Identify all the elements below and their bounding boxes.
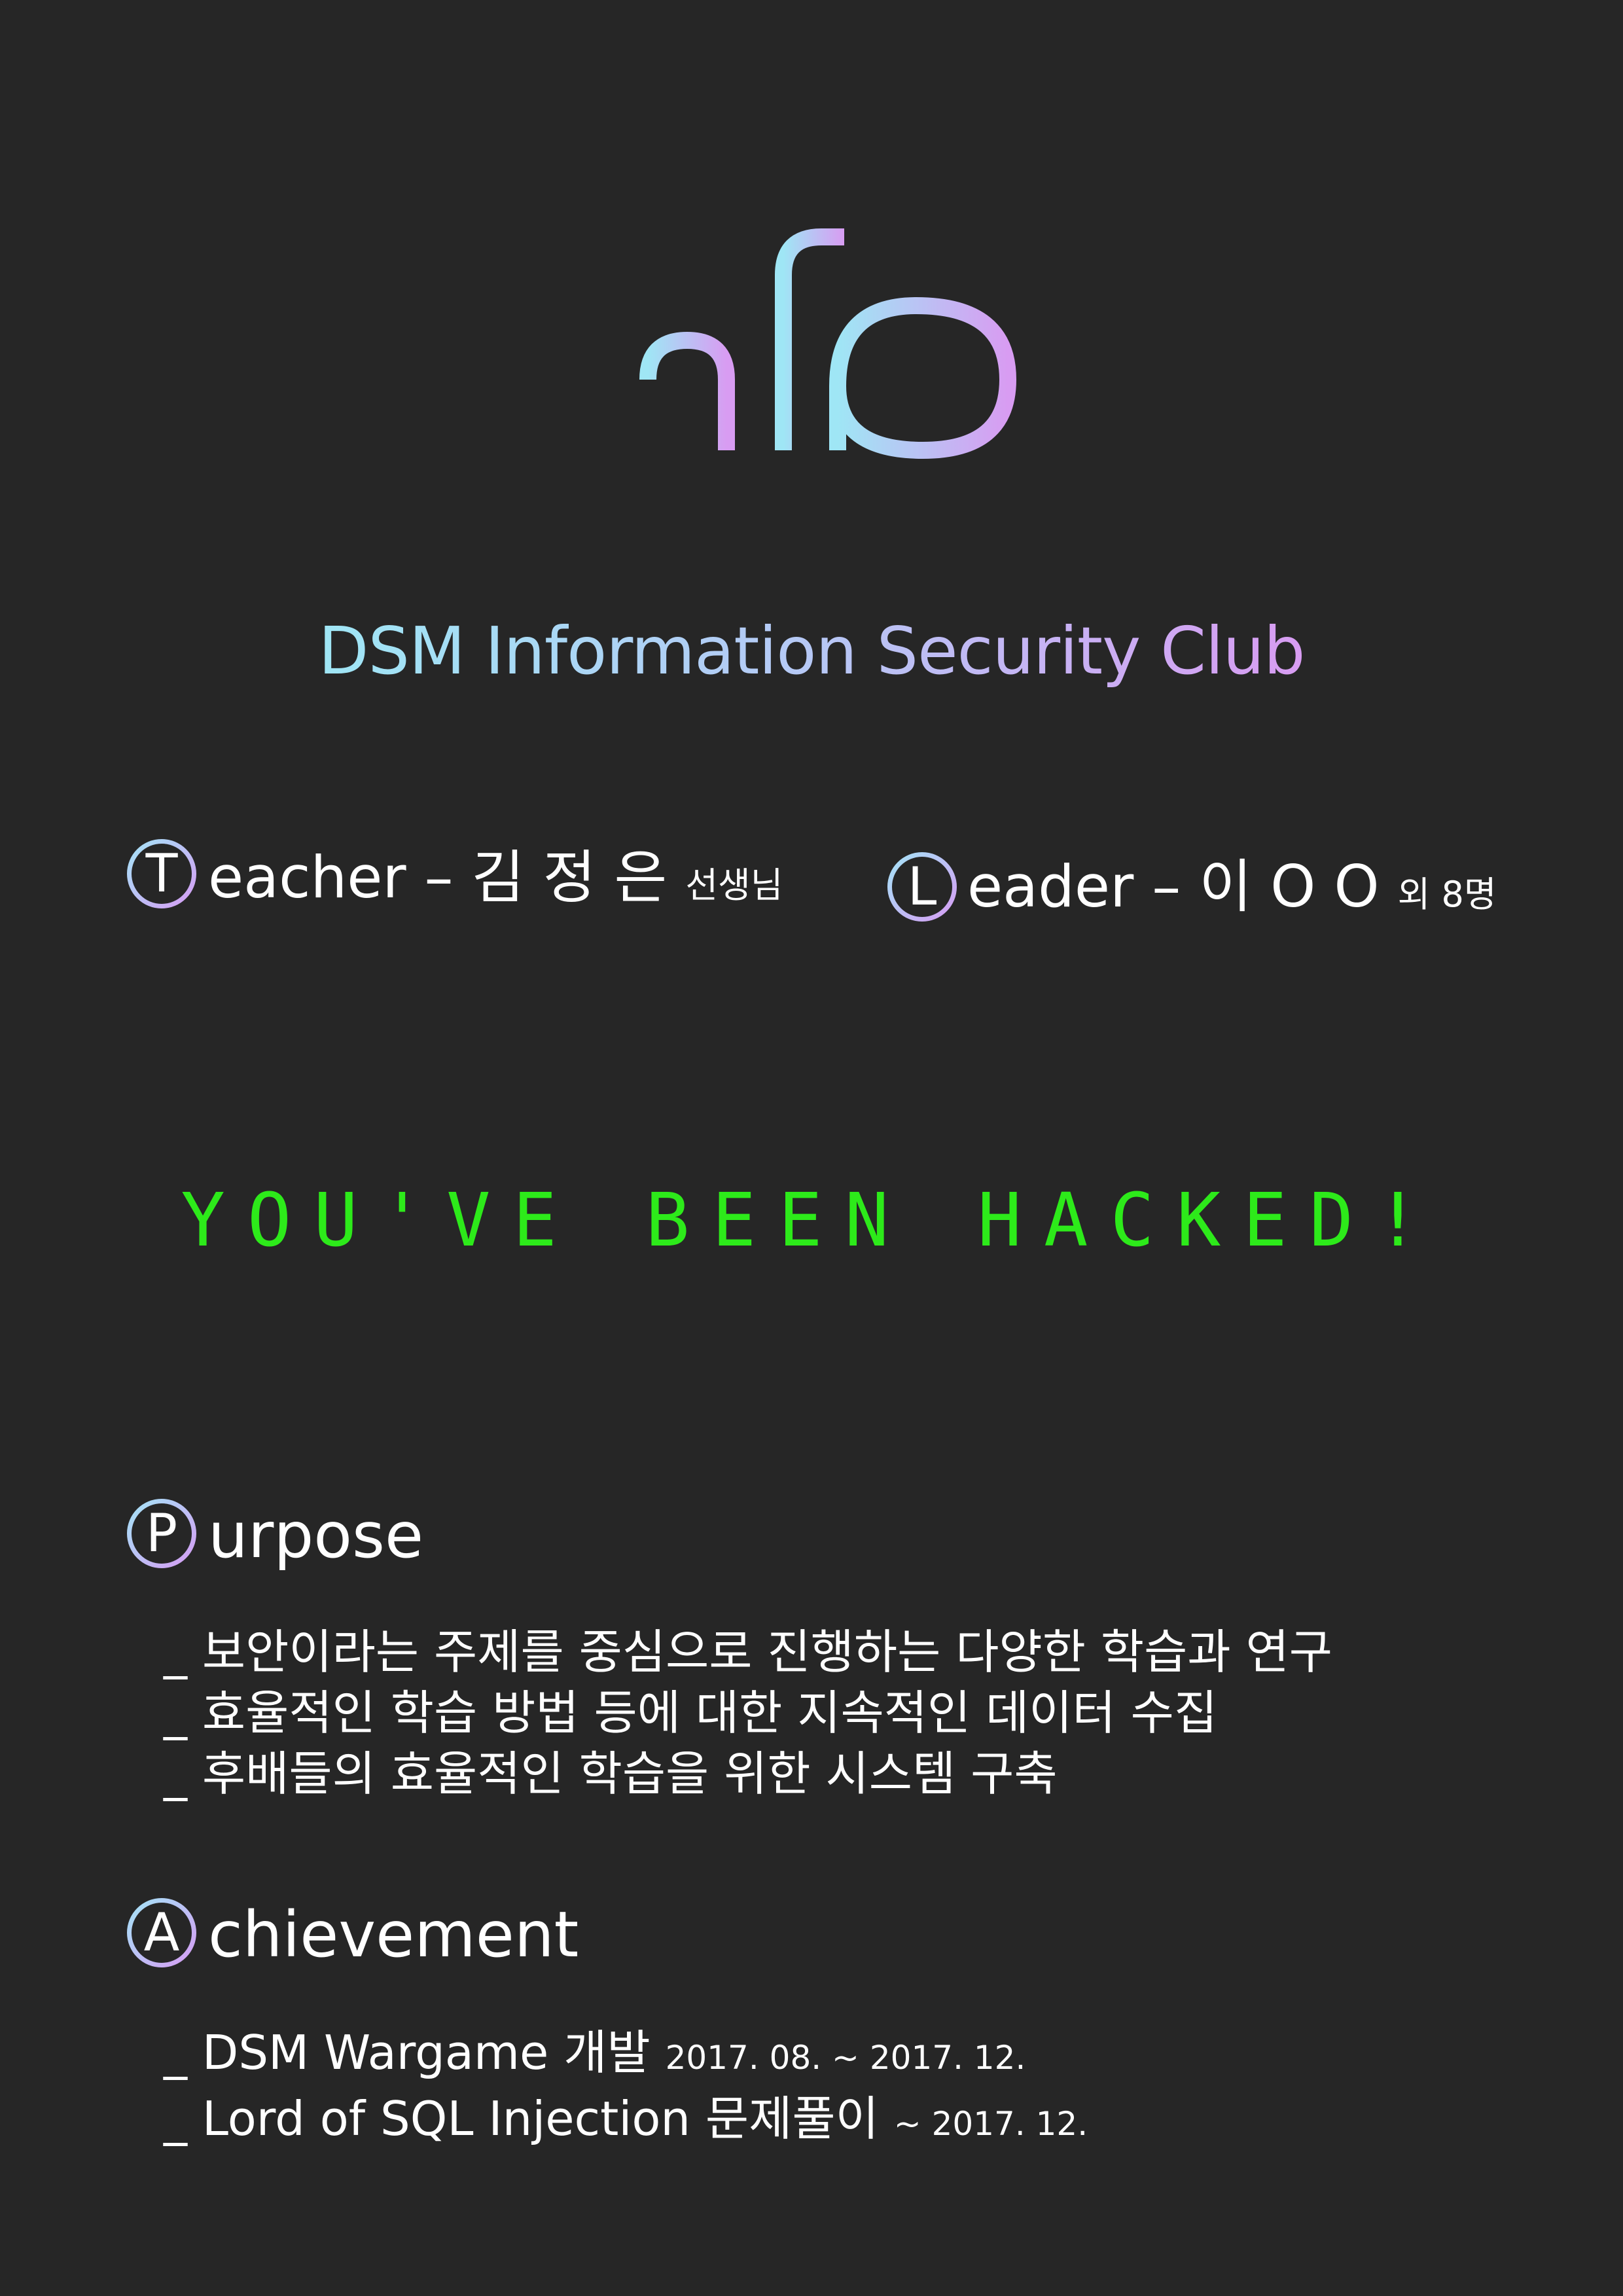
teacher-line: eacher – 김 정 은 선생님: [208, 842, 783, 922]
achievement-list: _ DSM Wargame 개발 2017. 08. ~ 2017. 12. _…: [164, 2022, 1088, 2155]
leader-initial: L: [892, 857, 952, 917]
purpose-initial: P: [132, 1503, 192, 1564]
teacher-name: 김 정 은: [471, 844, 668, 911]
info-logo: [589, 228, 1017, 459]
club-subtitle-text: DSM Information Security Club: [318, 613, 1305, 689]
leader-initial-badge: L: [887, 852, 957, 922]
leader-name: 이 O O: [1199, 853, 1380, 920]
purpose-item: _ 효율적인 학습 방법 등에 대한 지속적인 데이터 수집: [164, 1685, 1218, 1740]
purpose-initial-badge: P: [127, 1499, 196, 1568]
hacked-message: YOU'VE BEEN HACKED!: [181, 1178, 1442, 1263]
achievement-initial: A: [132, 1903, 192, 1963]
leader-line: eader – 이 O O 외 8명: [967, 851, 1497, 931]
teacher-suffix: 선생님: [685, 865, 783, 906]
teacher-initial-badge: T: [127, 839, 196, 908]
achievement-date: ~ 2017. 12.: [893, 2105, 1088, 2143]
club-subtitle: DSM Information Security Club: [0, 612, 1623, 691]
teacher-label: eacher: [208, 844, 406, 911]
leader-label: eader: [967, 853, 1134, 920]
teacher-initial: T: [132, 844, 192, 904]
teacher-dash: –: [424, 844, 454, 911]
achievement-item: _ DSM Wargame 개발 2017. 08. ~ 2017. 12.: [164, 2022, 1088, 2089]
achievement-item: _ Lord of SQL Injection 문제풀이 ~ 2017. 12.: [164, 2089, 1088, 2155]
purpose-list: _ 보안이라는 주제를 중심으로 진행하는 다양한 학습과 연구 _ 효율적인 …: [164, 1622, 1332, 1804]
purpose-item: _ 후배들의 효율적인 학습을 위한 시스템 구축: [164, 1746, 1058, 1801]
achievement-initial-badge: A: [127, 1898, 196, 1967]
leader-dash: –: [1152, 853, 1181, 920]
purpose-item: _ 보안이라는 주제를 중심으로 진행하는 다양한 학습과 연구: [164, 1624, 1332, 1679]
achievement-text: _ DSM Wargame 개발: [164, 2025, 651, 2080]
achievement-text: _ Lord of SQL Injection 문제풀이: [164, 2091, 879, 2146]
achievement-title: chievement: [208, 1898, 579, 1971]
achievement-date: 2017. 08. ~ 2017. 12.: [665, 2039, 1026, 2077]
leader-suffix: 외 8명: [1397, 874, 1497, 915]
purpose-title: urpose: [208, 1499, 424, 1572]
